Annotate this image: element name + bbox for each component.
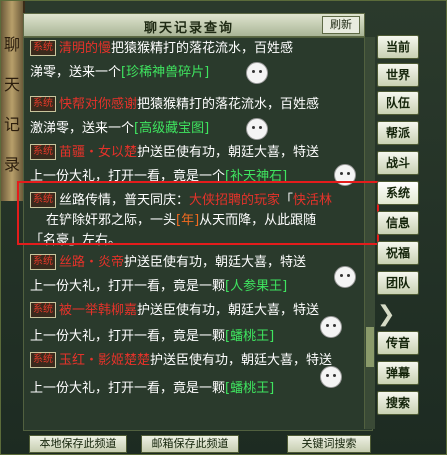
- keyword-search-button[interactable]: 关键词搜索: [287, 435, 371, 453]
- message-text: 把猿猴精打的落花流水，百姓感: [137, 97, 320, 112]
- channel-tag: 系统: [30, 40, 56, 56]
- emoticon-icon: [334, 266, 356, 288]
- item-link[interactable]: [珍稀神兽碎片]: [121, 65, 209, 80]
- tab-danmaku[interactable]: 弹幕: [377, 361, 419, 385]
- search-button[interactable]: 搜索: [377, 391, 419, 415]
- tab-current[interactable]: 当前: [377, 35, 419, 59]
- player-name[interactable]: 苗疆・女以楚: [59, 145, 137, 160]
- tab-whisper[interactable]: 传音: [377, 331, 419, 355]
- channel-tag: 系统: [30, 254, 56, 270]
- message-text: 激涕零，送来一个: [30, 121, 135, 136]
- scroll-char: 天: [4, 75, 21, 94]
- message-line: 上一份大礼，打开一看，竟是一颗[人参果王]: [30, 276, 366, 298]
- scrollbar-thumb[interactable]: [366, 327, 374, 367]
- tab-world[interactable]: 世界: [377, 63, 419, 87]
- player-name[interactable]: 玉红・影姬楚楚: [59, 353, 150, 368]
- refresh-button[interactable]: 刷新: [322, 16, 360, 34]
- message-line: 系统 苗疆・女以楚护送臣使有功，朝廷大喜，特送: [30, 142, 366, 164]
- message-text: 上一份大礼，打开一看，竟是一颗: [30, 279, 226, 294]
- message-line: 涕零，送来一个[珍稀神兽碎片]: [30, 62, 366, 84]
- save-email-button[interactable]: 邮箱保存此频道: [141, 435, 239, 453]
- message-line: 系统 清明的慢把猿猴精打的落花流水，百姓感: [30, 38, 366, 60]
- window-title: 聊天记录查询: [144, 21, 235, 36]
- message-text: 上一份大礼，打开一看，竟是一颗: [30, 329, 226, 344]
- player-name[interactable]: 丝路・炎帝: [59, 255, 124, 270]
- channel-tag: 系统: [30, 144, 56, 160]
- message-line: 系统 快帮对你感谢把猿猴精打的落花流水，百姓感: [30, 94, 366, 116]
- message-line: 系统 玉红・影姬楚楚护送臣使有功，朝廷大喜，特送: [30, 350, 366, 372]
- message-text: 上一份大礼，打开一看，竟是一颗: [30, 381, 226, 396]
- message-line: 上一份大礼，打开一看，竟是一颗[蟠桃王]: [30, 378, 366, 400]
- tab-system[interactable]: 系统: [377, 181, 419, 205]
- message-line: 系统 丝路・炎帝护送臣使有功，朝廷大喜，特送: [30, 252, 366, 274]
- tab-guild[interactable]: 帮派: [377, 121, 419, 145]
- scroll-char: 录: [4, 155, 21, 174]
- message-text: 护送臣使有功，朝廷大喜，特送: [150, 353, 333, 368]
- message-text: 护送臣使有功，朝廷大喜，特送: [137, 145, 320, 160]
- bottom-toolbar: 本地保存此频道 邮箱保存此频道 关键词搜索: [23, 433, 375, 453]
- decorative-scroll: 聊 天 记 录: [1, 1, 25, 201]
- highlight-box: [17, 181, 379, 245]
- player-name[interactable]: 被一举韩柳嘉: [59, 303, 137, 318]
- save-local-button[interactable]: 本地保存此频道: [29, 435, 127, 453]
- tab-battle[interactable]: 战斗: [377, 151, 419, 175]
- message-text: 涕零，送来一个: [30, 65, 122, 80]
- tab-group[interactable]: 团队: [377, 271, 419, 295]
- player-name[interactable]: 快帮对你感谢: [59, 97, 137, 112]
- scroll-char: 记: [4, 115, 21, 134]
- expand-arrow-icon[interactable]: ❯: [377, 301, 395, 329]
- scroll-char: 聊: [4, 35, 21, 54]
- player-name[interactable]: 清明的慢: [59, 41, 111, 56]
- emoticon-icon: [246, 118, 268, 140]
- item-link[interactable]: [蟠桃王]: [225, 329, 274, 344]
- tab-info[interactable]: 信息: [377, 211, 419, 235]
- channel-tag: 系统: [30, 96, 56, 112]
- message-line: 激涕零，送来一个[高级藏宝图]: [30, 118, 366, 140]
- message-text: 护送臣使有功，朝廷大喜，特送: [124, 255, 307, 270]
- message-text: 把猿猴精打的落花流水，百姓感: [111, 41, 294, 56]
- item-link[interactable]: [高级藏宝图]: [134, 121, 209, 136]
- emoticon-icon: [246, 62, 268, 84]
- message-text: 护送臣使有功，朝廷大喜，特送: [137, 303, 320, 318]
- emoticon-icon: [320, 316, 342, 338]
- emoticon-icon: [320, 366, 342, 388]
- item-link[interactable]: [蟠桃王]: [225, 381, 274, 396]
- tab-team[interactable]: 队伍: [377, 91, 419, 115]
- message-line: 上一份大礼，打开一看，竟是一颗[蟠桃王]: [30, 326, 366, 348]
- tab-blessing[interactable]: 祝福: [377, 241, 419, 265]
- chat-history-window: 聊 天 记 录 聊天记录查询 刷新 系统 清明的慢把猿猴精打的落花流水，百姓感 涕…: [0, 0, 447, 455]
- item-link[interactable]: [人参果王]: [225, 279, 287, 294]
- message-line: 系统 被一举韩柳嘉护送臣使有功，朝廷大喜，特送: [30, 300, 366, 322]
- title-bar: 聊天记录查询 刷新: [23, 13, 365, 37]
- channel-tag: 系统: [30, 352, 56, 368]
- channel-tag: 系统: [30, 302, 56, 318]
